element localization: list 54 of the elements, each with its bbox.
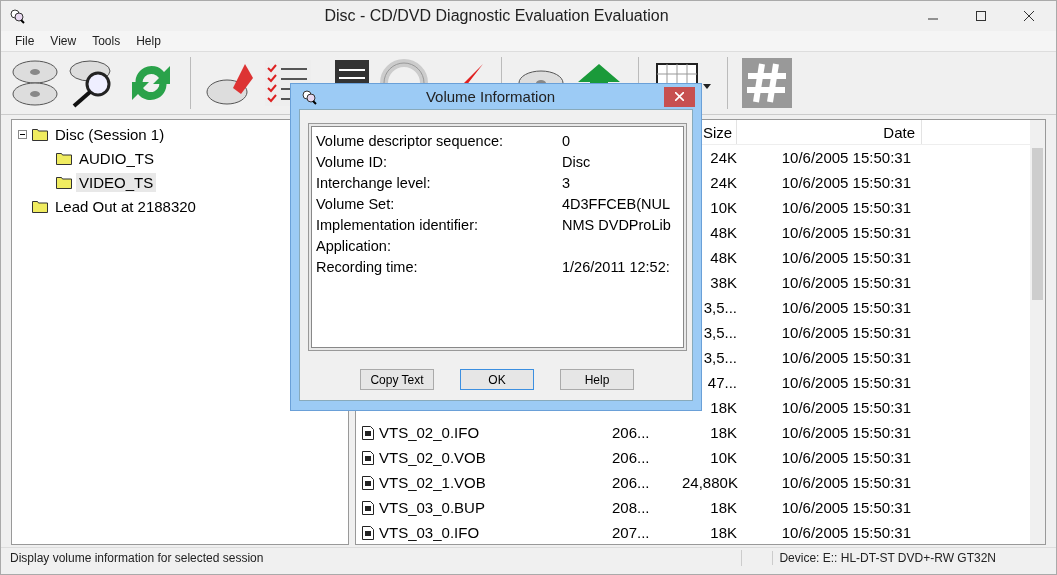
file-date: 10/6/2005 15:50:31 (781, 249, 911, 266)
file-date: 10/6/2005 15:50:31 (781, 374, 911, 391)
info-label: Application: (316, 237, 392, 254)
dialog-title: Volume Information (424, 88, 557, 105)
file-date: 10/6/2005 15:50:31 (781, 474, 911, 491)
file-size: 18K (710, 499, 737, 516)
file-date: 10/6/2005 15:50:31 (781, 524, 911, 541)
file-size: 48K (710, 224, 737, 241)
info-value: 3 (562, 174, 571, 191)
file-size: 48K (710, 249, 737, 266)
file-date: 10/6/2005 15:50:31 (781, 199, 911, 216)
window-title: Disc - CD/DVD Diagnostic Evaluation Evaluation (323, 7, 670, 25)
file-date: 10/6/2005 15:50:31 (781, 174, 911, 191)
table-cell: 206... (612, 449, 650, 466)
file-size: 3,5... (703, 324, 737, 341)
file-size: 47... (707, 374, 737, 391)
file-size: 10K (710, 199, 737, 216)
file-date: 10/6/2005 15:50:31 (781, 449, 911, 466)
info-label: Recording time: (316, 258, 419, 275)
file-date: 10/6/2005 15:50:31 (781, 499, 911, 516)
info-label: Interchange level: (316, 174, 432, 191)
file-size: 24,880K (682, 474, 738, 491)
file-size: 24K (710, 149, 737, 166)
table-cell: 207... (612, 524, 650, 541)
info-label: Implementation identifier: (316, 216, 479, 233)
info-value: 4D3FFCEB(NUL (562, 195, 670, 212)
file-size: 3,5... (703, 299, 737, 316)
info-value: NMS DVDProLib (562, 216, 671, 233)
file-size: 38K (710, 274, 737, 291)
file-date: 10/6/2005 15:50:31 (781, 324, 911, 341)
file-size: 3,5... (703, 349, 737, 366)
file-size: 18K (710, 524, 737, 541)
info-value: 1/26/2011 12:52: (562, 258, 670, 275)
table-cell: 206... (612, 424, 650, 441)
info-label: Volume descriptor sequence: (316, 132, 504, 149)
file-date: 10/6/2005 15:50:31 (781, 149, 911, 166)
file-date: 10/6/2005 15:50:31 (781, 349, 911, 366)
file-date: 10/6/2005 15:50:31 (781, 399, 911, 416)
file-size: 24K (710, 174, 737, 191)
table-cell: 208... (612, 499, 650, 516)
device-label: Device: E:: HL-DT-ST DVD+-RW GT32N (772, 551, 1056, 565)
info-value: 0 (562, 132, 571, 149)
status-message: Display volume information for selected session (9, 551, 265, 565)
file-date: 10/6/2005 15:50:31 (781, 424, 911, 441)
file-size: 18K (710, 424, 737, 441)
file-size: 10K (710, 449, 737, 466)
file-size: 18K (710, 399, 737, 416)
file-date: 10/6/2005 15:50:31 (781, 224, 911, 241)
file-date: 10/6/2005 15:50:31 (781, 299, 911, 316)
table-cell: 206... (612, 474, 650, 491)
info-value: Disc (562, 153, 591, 170)
info-label: Volume ID: (316, 153, 388, 170)
info-label: Volume Set: (316, 195, 396, 212)
file-date: 10/6/2005 15:50:31 (781, 274, 911, 291)
